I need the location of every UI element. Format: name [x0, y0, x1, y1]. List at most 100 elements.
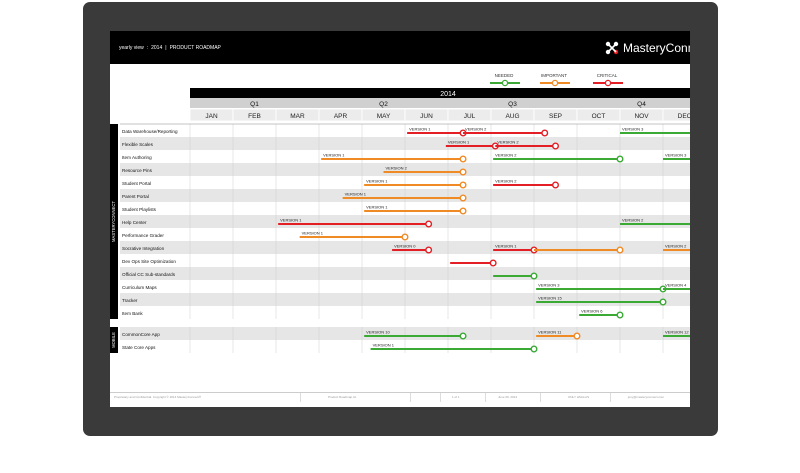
bar-version-label: VERSION 1 — [345, 192, 367, 197]
legend-label: NEEDED — [495, 73, 515, 78]
footer-separator — [540, 393, 541, 402]
bar-version-label: VERSION 2 — [495, 179, 517, 184]
row-label: Student Portal — [122, 181, 151, 186]
footer-divider — [110, 392, 690, 393]
milestone-marker — [616, 311, 624, 319]
footer-separator — [610, 393, 611, 402]
month-label: OCT — [592, 113, 606, 120]
footer-separator — [485, 393, 486, 402]
row-label: Performance Grader — [122, 233, 164, 238]
bar-version-label: VERSION 3 — [538, 283, 560, 288]
bar-version-label: VERSION 2 — [665, 244, 687, 249]
row-label: Flexible Scales — [122, 142, 154, 147]
roadmap-chart: NEEDED IMPORTANT CRITICAL 2014 Q1 Q2 Q3 Q4 JAN FE… — [110, 73, 690, 353]
legend-marker — [604, 79, 612, 87]
milestone-marker — [530, 345, 538, 353]
row-label: Socrative Integration — [122, 246, 165, 251]
row-label: Help Center — [122, 220, 147, 225]
milestone-marker — [552, 142, 560, 150]
milestone-marker — [659, 298, 667, 306]
footer-text: 1 of 1 — [452, 395, 460, 399]
bar-version-label: VERSION 2 — [495, 153, 517, 158]
bar-version-label: VERSION 1 — [409, 127, 431, 132]
row-label: Parent Portal — [122, 194, 149, 199]
row-label: CommonCore App — [122, 332, 160, 337]
milestone-marker — [616, 155, 624, 163]
group-label: MOBILE — [111, 332, 116, 348]
row-label: State Core Apps — [122, 345, 156, 350]
row-label: Dev Ops Site Optimization — [122, 259, 176, 264]
bar-version-label: VERSION 2 — [622, 218, 644, 223]
row-label: Resource Pins — [122, 168, 153, 173]
milestone-marker — [616, 246, 624, 254]
bar-version-label: VERSION 6 — [581, 309, 603, 314]
bar-version-label: VERSION 2 — [386, 166, 408, 171]
footer-separator — [410, 393, 411, 402]
bar-version-label: VERSION 10 — [366, 330, 390, 335]
month-label: FEB — [248, 113, 261, 120]
month-label: SEP — [549, 113, 562, 120]
row-label: Student Playlists — [122, 207, 157, 212]
bar-version-label: VERSION 2 — [465, 127, 487, 132]
bar-version-label: VERSION 1 — [495, 244, 517, 249]
month-label: NOV — [634, 113, 649, 120]
bar-version-label: VERSION 1 — [280, 218, 302, 223]
legend-label: CRITICAL — [597, 73, 618, 78]
bar-version-label: VERSION 15 — [538, 296, 562, 301]
bar-version-label: VERSION 3 — [622, 127, 644, 132]
legend-marker — [551, 79, 559, 87]
row-label: Item Authoring — [122, 155, 152, 160]
bar-version-label: VERSION 1 — [366, 205, 388, 210]
milestone-marker — [459, 194, 467, 202]
month-label: MAY — [377, 113, 391, 120]
bar-version-label: VERSION 11 — [538, 330, 562, 335]
legend-label: IMPORTANT — [541, 73, 567, 78]
bar-version-label: VERSION 1 — [323, 153, 345, 158]
milestone-marker — [401, 233, 409, 241]
footer-text: Product Roadmap.txt — [328, 395, 357, 399]
row-label: Tracker — [122, 298, 138, 303]
milestone-marker — [459, 155, 467, 163]
milestone-marker — [541, 129, 549, 137]
month-label: JAN — [205, 113, 218, 120]
quarter-bar — [190, 98, 690, 108]
month-label: MAR — [290, 113, 305, 120]
footer-text: ONLY HSALLIS — [568, 395, 590, 399]
row-label: Curriculum Maps — [122, 285, 157, 290]
milestone-marker — [425, 220, 433, 228]
milestone-marker — [459, 181, 467, 189]
row-label: Official CC Sub-standards — [122, 272, 176, 277]
month-label: JUL — [464, 113, 476, 120]
bar-version-label: VERSION 1 — [366, 179, 388, 184]
bar-version-label: VERSION 2 — [497, 140, 519, 145]
bar-version-label: VERSION 1 — [448, 140, 470, 145]
footer-separator — [440, 393, 441, 402]
footer-text: June 09, 2014 — [498, 395, 518, 399]
bar-version-label: VERSION 1 — [373, 343, 395, 348]
milestone-marker — [459, 332, 467, 340]
footer-text: jony@masteryconnect.com — [627, 395, 665, 399]
legend-marker — [501, 79, 509, 87]
row-label: Item Bank — [122, 311, 143, 316]
bar-version-label: VERSION 12 — [665, 330, 689, 335]
footer-separator — [300, 393, 301, 402]
milestone-marker — [459, 207, 467, 215]
month-label: DEC — [678, 113, 690, 120]
year-label: 2014 — [440, 91, 456, 98]
footer-text: Proprietary and Confidential. Copyright … — [114, 395, 202, 399]
milestone-marker — [530, 272, 538, 280]
month-label: JUN — [420, 113, 433, 120]
milestone-marker — [552, 181, 560, 189]
month-label: APR — [334, 113, 348, 120]
bar-version-label: VERSION 1 — [302, 231, 324, 236]
month-label: AUG — [505, 113, 519, 120]
milestone-marker — [573, 332, 581, 340]
bar-version-label: VERSION 4 — [665, 283, 687, 288]
milestone-marker — [489, 259, 497, 267]
quarter-label: Q2 — [379, 101, 388, 108]
quarter-label: Q1 — [250, 101, 259, 108]
bar-version-label: VERSION 3 — [665, 153, 687, 158]
quarter-label: Q3 — [508, 101, 517, 108]
roadmap-screen: yearly view:2014 | PRODUCT ROADMAP Mastery… — [110, 31, 690, 407]
group-label: MASTERYCONNECT — [111, 201, 116, 242]
